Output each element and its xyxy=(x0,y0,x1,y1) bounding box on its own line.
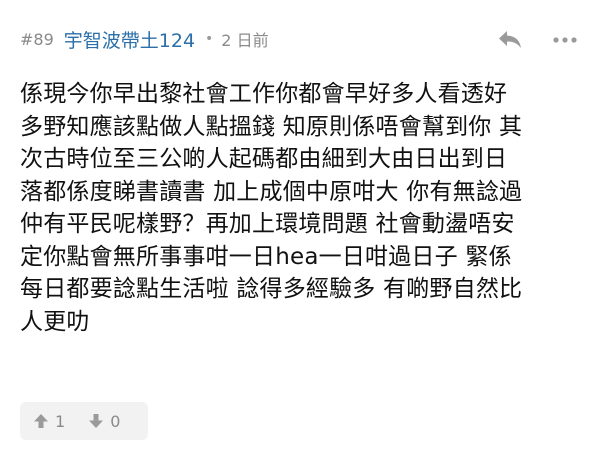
reply-icon xyxy=(499,31,521,48)
meta-separator: • xyxy=(205,31,214,47)
more-options-icon xyxy=(553,37,577,43)
reply-button[interactable] xyxy=(496,28,524,50)
content-line: 人更叻 xyxy=(20,308,90,335)
vote-bar: 1 0 xyxy=(20,402,148,440)
thumbs-up-icon xyxy=(34,414,48,428)
content-line: 落都係度睇書讀書 加上成個中原咁大 你有無諗過 xyxy=(20,178,523,205)
downvote-button[interactable]: 0 xyxy=(75,402,130,440)
content-line: 仲有平民呢樣野？再加上環境問題 社會動盪唔安 xyxy=(20,211,515,237)
content-line: 係現今你早出黎社會工作你都會早好多人看透好 xyxy=(20,81,508,107)
floor-number: #89 xyxy=(20,29,54,49)
content-line: 次古時位至三公啲人起碼都由細到大由日出到日 xyxy=(20,146,508,172)
content-line: 定你點會無所事事咁一日hea一日咁過日子 緊係 xyxy=(20,243,512,270)
upvote-count: 1 xyxy=(55,411,66,431)
post-header: #89 宇智波帶土124 • 2 日前 xyxy=(20,24,269,54)
post-card: #89 宇智波帶土124 • 2 日前 係現今你早出黎社會工作你都會早好多人看透… xyxy=(0,0,613,465)
post-content: 係現今你早出黎社會工作你都會早好多人看透好 多野知應該點做人點搵錢 知原則係唔會… xyxy=(20,78,598,338)
more-options-button[interactable] xyxy=(552,32,578,46)
username-link[interactable]: 宇智波帶土124 xyxy=(64,26,195,53)
post-time: 2 日前 xyxy=(221,31,269,50)
content-line: 每日都要諗點生活啦 諗得多經驗多 有啲野自然比 xyxy=(20,276,523,302)
content-line: 多野知應該點做人點搵錢 知原則係唔會幫到你 其 xyxy=(20,113,523,140)
thumbs-down-icon xyxy=(89,414,104,428)
upvote-button[interactable]: 1 xyxy=(20,402,75,440)
downvote-count: 0 xyxy=(110,411,121,431)
